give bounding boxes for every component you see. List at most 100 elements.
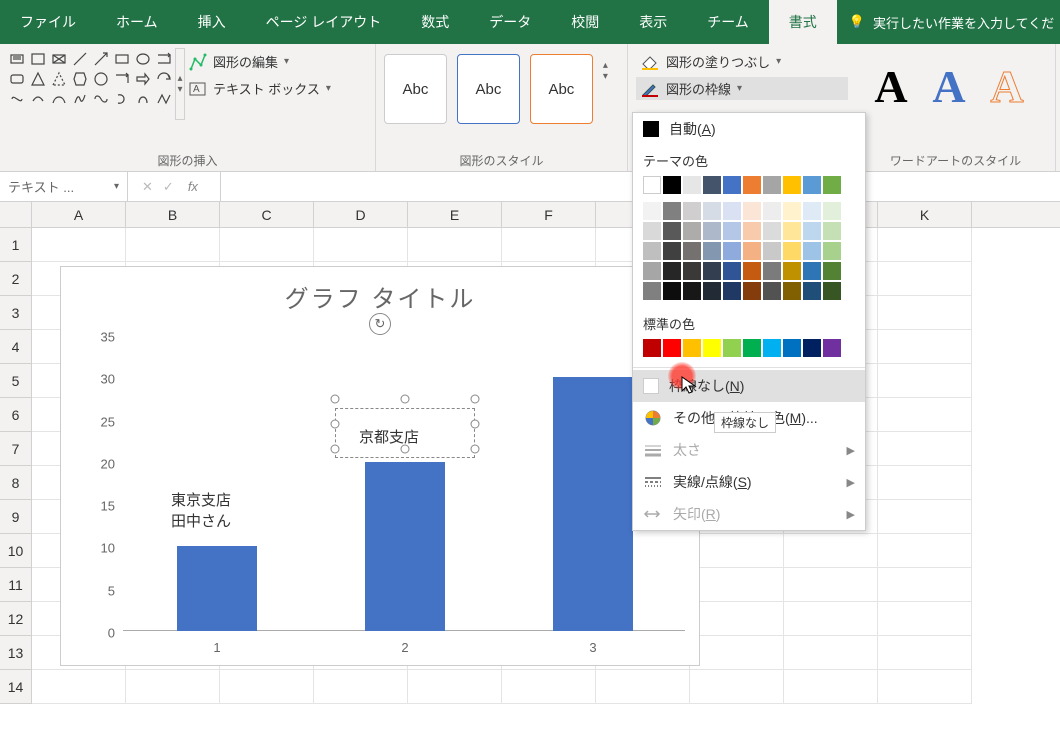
color-swatch[interactable] [763, 262, 781, 280]
col-header[interactable]: B [126, 202, 220, 227]
cell[interactable] [878, 534, 972, 568]
color-swatch[interactable] [803, 202, 821, 220]
color-swatch[interactable] [783, 282, 801, 300]
tab-挿入[interactable]: 挿入 [178, 0, 246, 44]
color-swatch[interactable] [763, 282, 781, 300]
cell[interactable] [690, 670, 784, 704]
resize-handle[interactable] [471, 419, 480, 428]
cell[interactable] [878, 262, 972, 296]
row-header[interactable]: 2 [0, 262, 32, 296]
color-swatch[interactable] [643, 282, 661, 300]
bar[interactable] [365, 462, 445, 631]
cell[interactable] [126, 670, 220, 704]
color-swatch[interactable] [643, 339, 661, 357]
cell[interactable] [878, 568, 972, 602]
color-swatch[interactable] [683, 262, 701, 280]
cell[interactable] [878, 364, 972, 398]
color-swatch[interactable] [743, 242, 761, 260]
color-swatch[interactable] [683, 282, 701, 300]
row-header[interactable]: 11 [0, 568, 32, 602]
color-swatch[interactable] [703, 242, 721, 260]
name-box[interactable]: テキスト ... ▾ [0, 172, 128, 201]
row-header[interactable]: 12 [0, 602, 32, 636]
chart[interactable]: グラフ タイトル ↻ 05101520253035 1東京支店田中さん2京都支店… [60, 266, 700, 666]
row-header[interactable]: 4 [0, 330, 32, 364]
color-swatch[interactable] [763, 176, 781, 194]
col-header[interactable]: D [314, 202, 408, 227]
shape-styles-gallery[interactable]: Abc Abc Abc ▴▾ [384, 48, 619, 124]
color-swatch[interactable] [823, 202, 841, 220]
wordart-style-2[interactable]: A [922, 54, 976, 118]
col-header[interactable]: F [502, 202, 596, 227]
tab-チーム[interactable]: チーム [687, 0, 769, 44]
resize-handle[interactable] [331, 394, 340, 403]
tab-書式[interactable]: 書式 [769, 0, 837, 44]
cell[interactable] [878, 466, 972, 500]
color-swatch[interactable] [763, 222, 781, 240]
cell[interactable] [784, 534, 878, 568]
cell[interactable] [690, 534, 784, 568]
color-swatch[interactable] [803, 262, 821, 280]
data-label[interactable]: 東京支店田中さん [171, 490, 231, 532]
color-swatch[interactable] [723, 202, 741, 220]
cell[interactable] [126, 228, 220, 262]
color-swatch[interactable] [803, 222, 821, 240]
resize-handle[interactable] [401, 444, 410, 453]
row-header[interactable]: 7 [0, 432, 32, 466]
color-swatch[interactable] [703, 262, 721, 280]
cell[interactable] [690, 568, 784, 602]
cell[interactable] [878, 296, 972, 330]
resize-handle[interactable] [331, 444, 340, 453]
cell[interactable] [878, 500, 972, 534]
color-swatch[interactable] [703, 202, 721, 220]
cell[interactable] [784, 568, 878, 602]
color-swatch[interactable] [703, 339, 721, 357]
color-swatch[interactable] [783, 339, 801, 357]
shape-style-1[interactable]: Abc [384, 54, 447, 124]
bar[interactable] [553, 377, 633, 631]
cell[interactable] [878, 636, 972, 670]
color-swatch[interactable] [703, 176, 721, 194]
bar[interactable] [177, 546, 257, 631]
color-swatch[interactable] [743, 222, 761, 240]
shape-style-3[interactable]: Abc [530, 54, 593, 124]
tell-me[interactable]: 💡実行したい作業を入力してくだ [849, 13, 1054, 32]
color-swatch[interactable] [643, 242, 661, 260]
color-swatch[interactable] [743, 202, 761, 220]
color-swatch[interactable] [823, 176, 841, 194]
tab-表示[interactable]: 表示 [619, 0, 687, 44]
color-swatch[interactable] [823, 262, 841, 280]
cell[interactable] [220, 670, 314, 704]
fx-icon[interactable]: fx [184, 179, 206, 194]
outline-dashes[interactable]: 実線/点線(S) ▶ [633, 466, 865, 498]
cells-area[interactable]: グラフ タイトル ↻ 05101520253035 1東京支店田中さん2京都支店… [32, 228, 1060, 704]
resize-handle[interactable] [331, 419, 340, 428]
shape-gallery[interactable] [8, 48, 173, 120]
color-swatch[interactable] [763, 339, 781, 357]
color-swatch[interactable] [663, 339, 681, 357]
color-swatch[interactable] [723, 339, 741, 357]
row-header[interactable]: 1 [0, 228, 32, 262]
col-header[interactable]: E [408, 202, 502, 227]
tab-ホーム[interactable]: ホーム [96, 0, 178, 44]
outline-automatic[interactable]: 自動(A) [633, 113, 865, 145]
tab-校閲[interactable]: 校閲 [551, 0, 619, 44]
color-swatch[interactable] [803, 242, 821, 260]
color-swatch[interactable] [663, 262, 681, 280]
color-swatch[interactable] [803, 339, 821, 357]
color-swatch[interactable] [823, 282, 841, 300]
resize-handle[interactable] [471, 444, 480, 453]
color-swatch[interactable] [703, 222, 721, 240]
plot-area[interactable]: 05101520253035 1東京支店田中さん2京都支店3 [123, 337, 685, 631]
cell[interactable] [784, 670, 878, 704]
shape-style-expand[interactable]: ▴▾ [603, 54, 619, 82]
shape-style-2[interactable]: Abc [457, 54, 520, 124]
color-swatch[interactable] [643, 176, 661, 194]
select-all-triangle[interactable] [0, 202, 32, 227]
color-swatch[interactable] [663, 242, 681, 260]
color-swatch[interactable] [743, 282, 761, 300]
cell[interactable] [502, 670, 596, 704]
wordart-style-1[interactable]: A [864, 54, 918, 118]
col-header[interactable]: K [878, 202, 972, 227]
tab-数式[interactable]: 数式 [401, 0, 469, 44]
